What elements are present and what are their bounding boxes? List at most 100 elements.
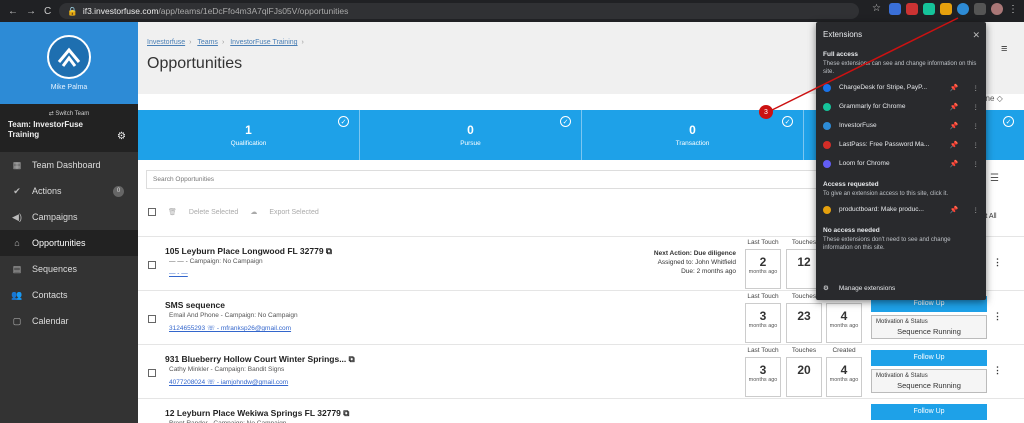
row-subtitle: Cathy Minkler - Campaign: Bandit Signs	[169, 366, 285, 373]
select-all-checkbox[interactable]	[148, 208, 156, 216]
pin-icon[interactable]: 📌	[950, 206, 959, 214]
row-title[interactable]: 931 Blueberry Hollow Court Winter Spring…	[165, 354, 355, 365]
logo-icon[interactable]	[47, 35, 91, 79]
extension-icon-5[interactable]	[957, 3, 969, 15]
manage-extensions-link[interactable]: ⚙ Manage extensions	[823, 284, 895, 292]
more-icon[interactable]: ⋮	[973, 103, 980, 111]
pin-icon[interactable]: 📌	[950, 141, 959, 149]
more-icon[interactable]: ⋮	[973, 206, 980, 214]
row-contact-link[interactable]: 4077208024 ☏ - iamjohndw@gmail.com	[169, 378, 288, 386]
metric-label: Touches	[791, 347, 817, 354]
row-menu-icon[interactable]: ⋮	[993, 257, 1002, 268]
breadcrumb-investorfuse[interactable]: Investorfuse	[147, 39, 185, 46]
pin-icon[interactable]: 📌	[950, 160, 959, 168]
url-host: if3.investorfuse.com	[82, 6, 159, 16]
row-checkbox[interactable]	[148, 315, 156, 323]
extension-name: productboard: Make produc...	[839, 206, 924, 213]
puzzle-icon[interactable]	[974, 3, 986, 15]
status-select[interactable]: Motivation & Status Sequence Running	[871, 315, 987, 339]
stage-transaction[interactable]: ✓ 0 Transaction	[582, 110, 804, 160]
metric-last-touch: Last Touch 2 months ago	[745, 239, 781, 289]
count-badge: 0	[113, 185, 124, 197]
metric-last-touch: Last Touch 3 months ago	[745, 293, 781, 343]
extension-item[interactable]: Grammarly for Chrome 📌 ⋮	[816, 97, 986, 116]
sidebar-item-calendar[interactable]: ▢ Calendar	[0, 308, 138, 334]
sidebar-item-sequences[interactable]: ▤ Sequences	[0, 256, 138, 282]
follow-up-button[interactable]: Follow Up	[871, 350, 987, 366]
row-menu-icon[interactable]: ⋮	[993, 311, 1002, 322]
delete-selected-button[interactable]: Delete Selected	[189, 209, 238, 216]
avatar[interactable]	[991, 3, 1003, 15]
no-access-desc: These extensions don't need to see and c…	[823, 237, 951, 251]
sidebar-item-label: Campaigns	[32, 212, 78, 222]
forward-icon[interactable]: →	[26, 6, 36, 17]
lock-icon: 🔒	[67, 5, 78, 16]
metric-label: Last Touch	[747, 239, 779, 246]
back-icon[interactable]: ←	[8, 6, 18, 17]
row-checkbox[interactable]	[148, 369, 156, 377]
more-icon[interactable]: ⋮	[973, 84, 980, 92]
follow-up-button[interactable]: Follow Up	[871, 404, 987, 420]
row-title[interactable]: SMS sequence	[165, 300, 225, 310]
trash-icon: 🗑	[168, 209, 177, 216]
page-title: Opportunities	[147, 55, 243, 72]
pin-icon[interactable]: 📌	[950, 84, 959, 92]
extension-item[interactable]: productboard: Make produc... 📌 ⋮	[816, 200, 986, 219]
chrome-menu-icon[interactable]: ⋮	[1008, 4, 1018, 15]
gear-icon: ⚙	[823, 285, 829, 292]
more-icon[interactable]: ⋮	[973, 122, 980, 130]
status-select[interactable]: Motivation & Status Sequence Running	[871, 369, 987, 393]
extension-item[interactable]: ChargeDesk for Stripe, PayP... 📌 ⋮	[816, 78, 986, 97]
cloud-download-icon: ☁	[250, 209, 258, 216]
annotation-marker: 3	[759, 105, 773, 119]
full-access-desc: These extensions can see and change info…	[823, 61, 977, 75]
stage-qualification[interactable]: ✓ 1 Qualification	[138, 110, 360, 160]
check-icon: ✓	[1003, 116, 1014, 127]
manage-extensions-label: Manage extensions	[838, 285, 896, 292]
row-contact-link[interactable]: 3124655293 ☏ - mfranksp26@gmail.com	[169, 324, 291, 332]
row-contact-link[interactable]: — - —	[169, 270, 188, 277]
extension-name: LastPass: Free Password Ma...	[839, 141, 930, 148]
reload-icon[interactable]: C	[44, 6, 51, 17]
table-row[interactable]: 12 Leyburn Place Wekiwa Springs FL 32779…	[138, 398, 1024, 423]
row-menu-icon[interactable]: ⋮	[993, 365, 1002, 376]
sidebar-item-opportunities[interactable]: ⌂ Opportunities	[0, 230, 138, 256]
table-row[interactable]: 931 Blueberry Hollow Court Winter Spring…	[138, 344, 1024, 398]
row-title[interactable]: 12 Leyburn Place Wekiwa Springs FL 32779…	[165, 408, 349, 419]
gear-icon[interactable]: ⚙	[117, 131, 126, 142]
extension-icon-2[interactable]	[906, 3, 918, 15]
extension-icon-1[interactable]	[889, 3, 901, 15]
star-icon[interactable]: ☆	[872, 3, 884, 15]
metric-touches: Touches 23	[786, 293, 822, 343]
metric-value: 4	[840, 309, 848, 323]
address-bar[interactable]: 🔒 if3.investorfuse.com /app/teams/1eDcFf…	[59, 3, 860, 19]
sidebar-item-campaigns[interactable]: ◀) Campaigns	[0, 204, 138, 230]
pin-icon[interactable]: 📌	[950, 103, 959, 111]
more-icon[interactable]: ⋮	[973, 141, 980, 149]
row-checkbox[interactable]	[148, 261, 156, 269]
sidebar-item-contacts[interactable]: 👥 Contacts	[0, 282, 138, 308]
extension-icon-4[interactable]	[940, 3, 952, 15]
breadcrumb-team[interactable]: InvestorFuse Training	[230, 39, 297, 46]
extension-item[interactable]: LastPass: Free Password Ma... 📌 ⋮	[816, 135, 986, 154]
metric-value: 20	[797, 363, 811, 377]
sequence-icon: ▤	[12, 263, 22, 274]
pin-icon[interactable]: 📌	[950, 122, 959, 130]
extension-item[interactable]: Loom for Chrome 📌 ⋮	[816, 154, 986, 173]
search-input[interactable]: Search Opportunities	[146, 170, 826, 189]
filter-icon[interactable]: ☰	[990, 173, 999, 184]
sidebar-item-team-dashboard[interactable]: ▦ Team Dashboard	[0, 152, 138, 178]
extension-item[interactable]: InvestorFuse 📌 ⋮	[816, 116, 986, 135]
switch-team-label[interactable]: ⇄ Switch Team	[8, 110, 130, 117]
more-icon[interactable]: ⋮	[973, 160, 980, 168]
extension-icon-3[interactable]	[923, 3, 935, 15]
close-icon[interactable]: ✕	[972, 30, 980, 41]
stage-pursue[interactable]: ✓ 0 Pursue	[360, 110, 582, 160]
breadcrumb-teams[interactable]: Teams	[197, 39, 218, 46]
export-selected-button[interactable]: Export Selected	[269, 209, 318, 216]
hamburger-menu-icon[interactable]: ≡	[1001, 43, 1007, 55]
team-switcher[interactable]: ⇄ Switch Team Team: InvestorFuse Trainin…	[0, 104, 138, 152]
row-title[interactable]: 105 Leyburn Place Longwood FL 32779 ⧉	[165, 246, 332, 257]
metric-label: Last Touch	[747, 293, 779, 300]
sidebar-item-actions[interactable]: ✔ Actions 0	[0, 178, 138, 204]
